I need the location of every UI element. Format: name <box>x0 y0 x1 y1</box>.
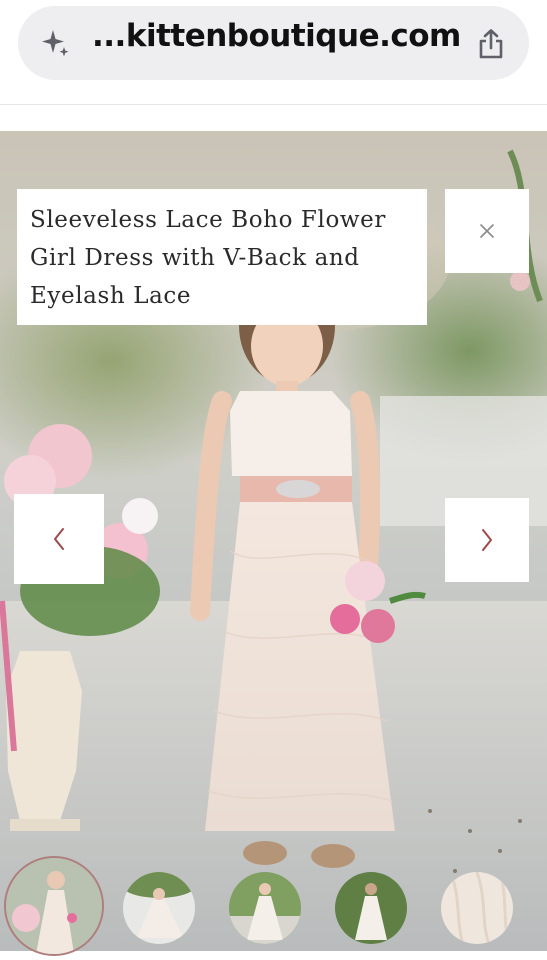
product-title-card: Sleeveless Lace Boho Flower Girl Dress w… <box>17 189 427 325</box>
product-title: Sleeveless Lace Boho Flower Girl Dress w… <box>30 207 386 309</box>
thumbnail-strip <box>0 851 547 960</box>
close-icon <box>480 224 494 238</box>
browser-toolbar: ...kittenboutique.com <box>0 0 547 105</box>
chevron-left-icon <box>54 528 64 550</box>
next-image-button[interactable] <box>445 498 529 582</box>
thumbnail-5[interactable] <box>441 872 513 944</box>
address-bar[interactable]: ...kittenboutique.com <box>18 6 529 80</box>
thumbnail-3[interactable] <box>229 872 301 944</box>
close-button[interactable] <box>445 189 529 273</box>
thumbnail-1[interactable] <box>4 856 104 956</box>
previous-image-button[interactable] <box>14 494 104 584</box>
thumbnail-2[interactable] <box>123 872 195 944</box>
sparkle-icon[interactable] <box>38 26 72 60</box>
share-icon[interactable] <box>476 28 506 60</box>
product-image-viewer[interactable]: Sleeveless Lace Boho Flower Girl Dress w… <box>0 131 547 951</box>
chevron-right-icon <box>482 529 492 551</box>
thumbnail-4[interactable] <box>335 872 407 944</box>
url-text[interactable]: ...kittenboutique.com <box>92 18 461 54</box>
